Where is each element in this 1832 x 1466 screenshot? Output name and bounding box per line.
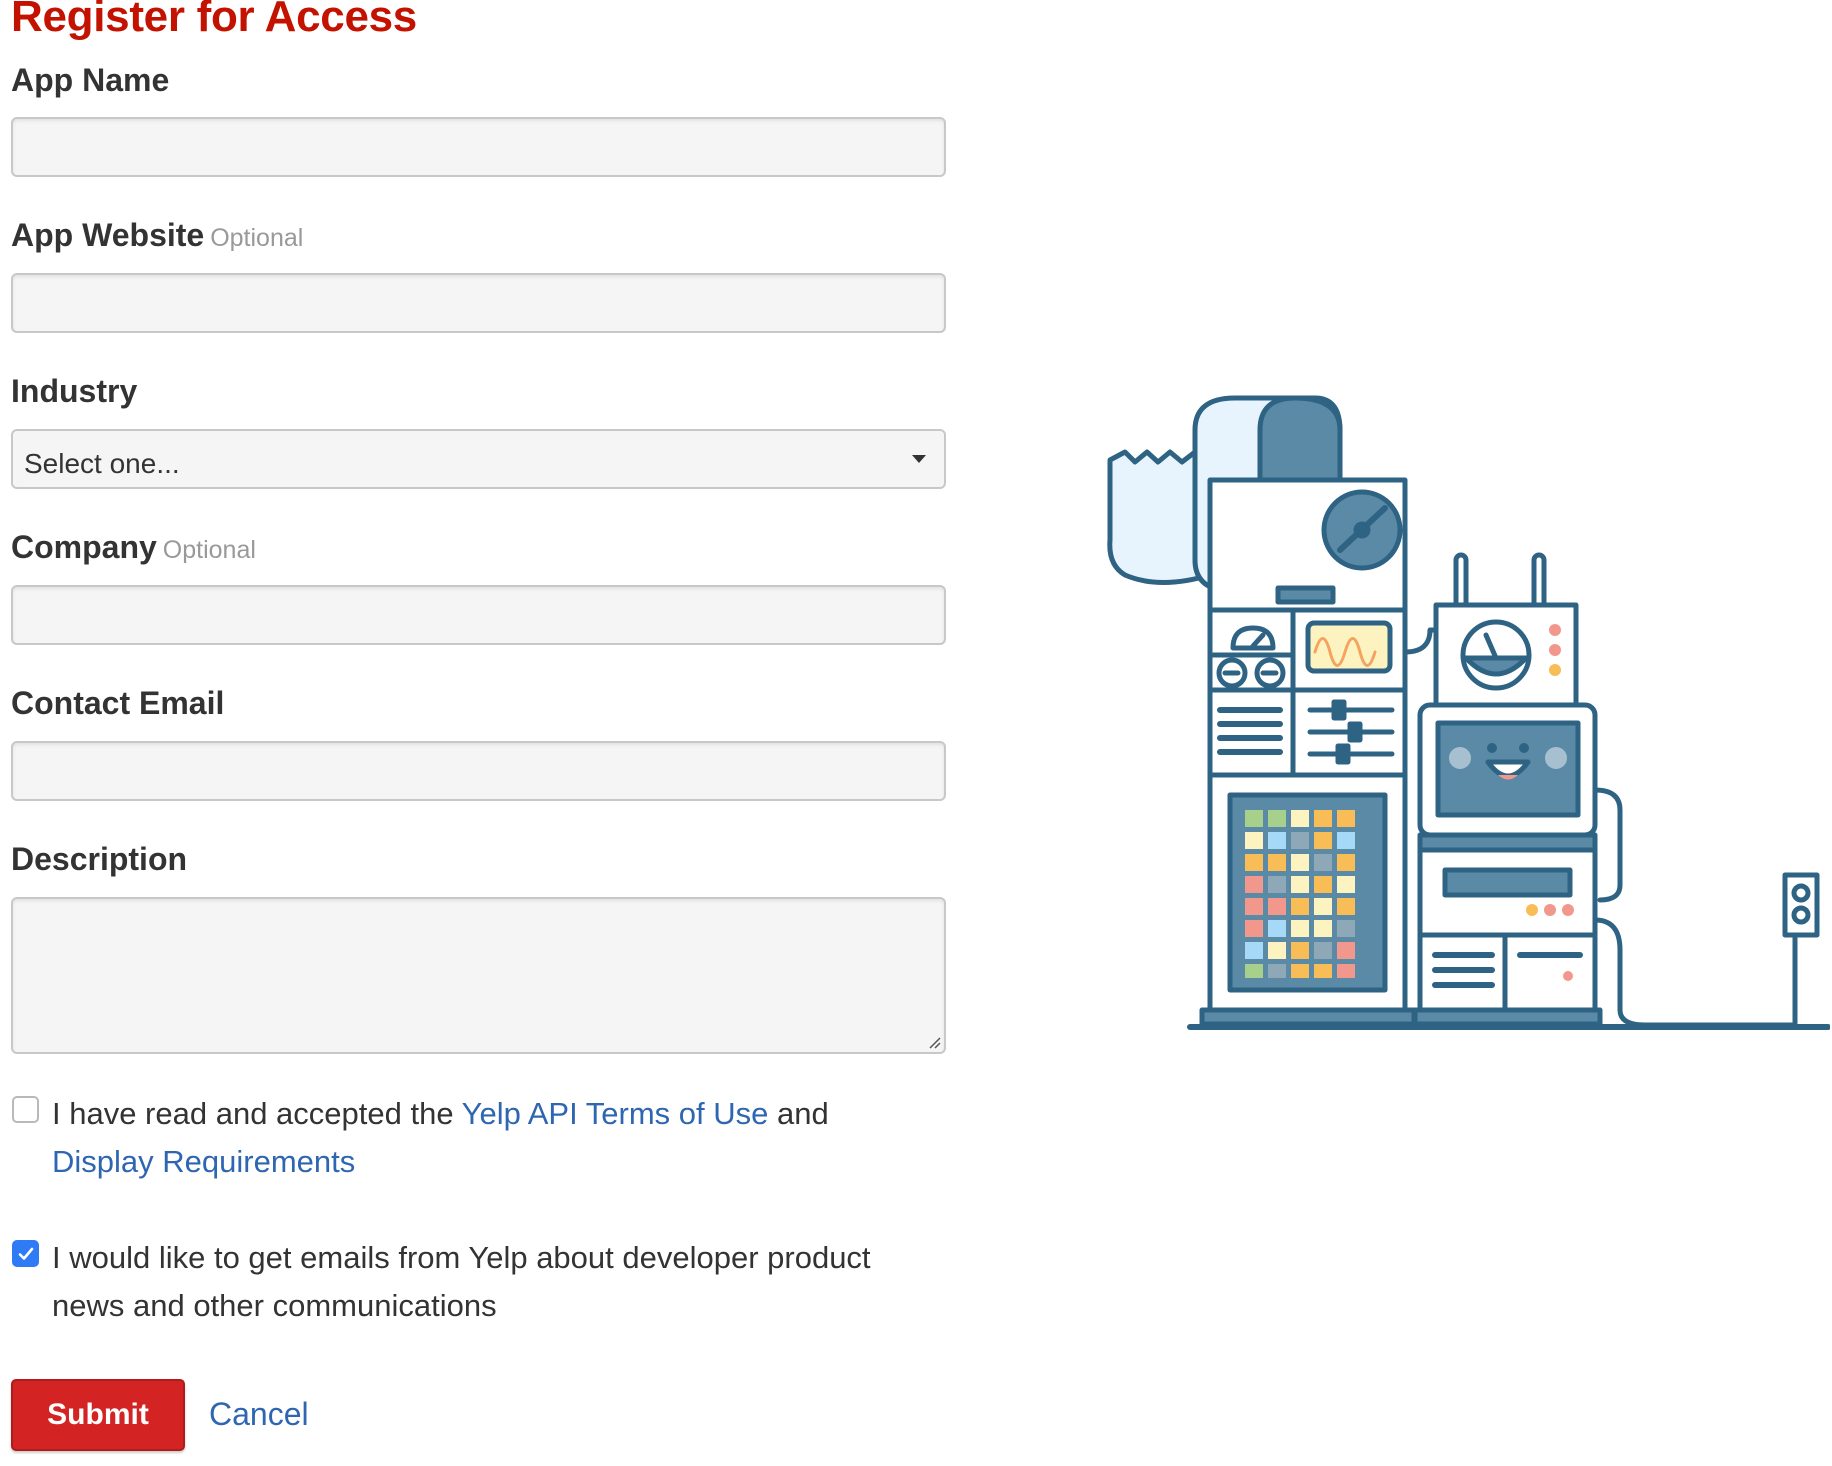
company-input[interactable] (11, 585, 946, 645)
contact-email-label: Contact Email (11, 685, 225, 721)
terms-text: I have read and accepted the Yelp API Te… (52, 1096, 829, 1179)
terms-of-use-link[interactable]: Yelp API Terms of Use (462, 1096, 769, 1131)
submit-button[interactable]: Submit (11, 1379, 185, 1451)
robot-machine-illustration (1107, 395, 1830, 1030)
page-title: Register for Access (11, 0, 417, 41)
description-label: Description (11, 841, 188, 877)
industry-select[interactable]: Select one... (11, 429, 946, 489)
optional-hint: Optional (210, 224, 304, 252)
terms-checkbox[interactable] (12, 1096, 39, 1123)
emails-opt-in-text: I would like to get emails from Yelp abo… (52, 1240, 871, 1323)
checkmark-icon (18, 1247, 34, 1260)
cancel-link[interactable]: Cancel (209, 1396, 309, 1433)
company-label: Company Optional (11, 529, 256, 565)
chevron-down-icon (912, 455, 926, 463)
resize-grip-icon[interactable] (927, 1035, 941, 1049)
app-website-input[interactable] (11, 273, 946, 333)
contact-email-input[interactable] (11, 741, 946, 801)
app-name-input[interactable] (11, 117, 946, 177)
industry-selected-value: Select one... (24, 448, 180, 479)
display-requirements-link[interactable]: Display Requirements (52, 1144, 355, 1179)
emails-opt-in-checkbox[interactable] (12, 1240, 39, 1267)
app-website-label: App Website Optional (11, 217, 304, 253)
industry-label: Industry (11, 373, 138, 409)
app-name-label: App Name (11, 62, 170, 98)
description-textarea[interactable] (11, 897, 946, 1054)
optional-hint: Optional (162, 536, 256, 564)
